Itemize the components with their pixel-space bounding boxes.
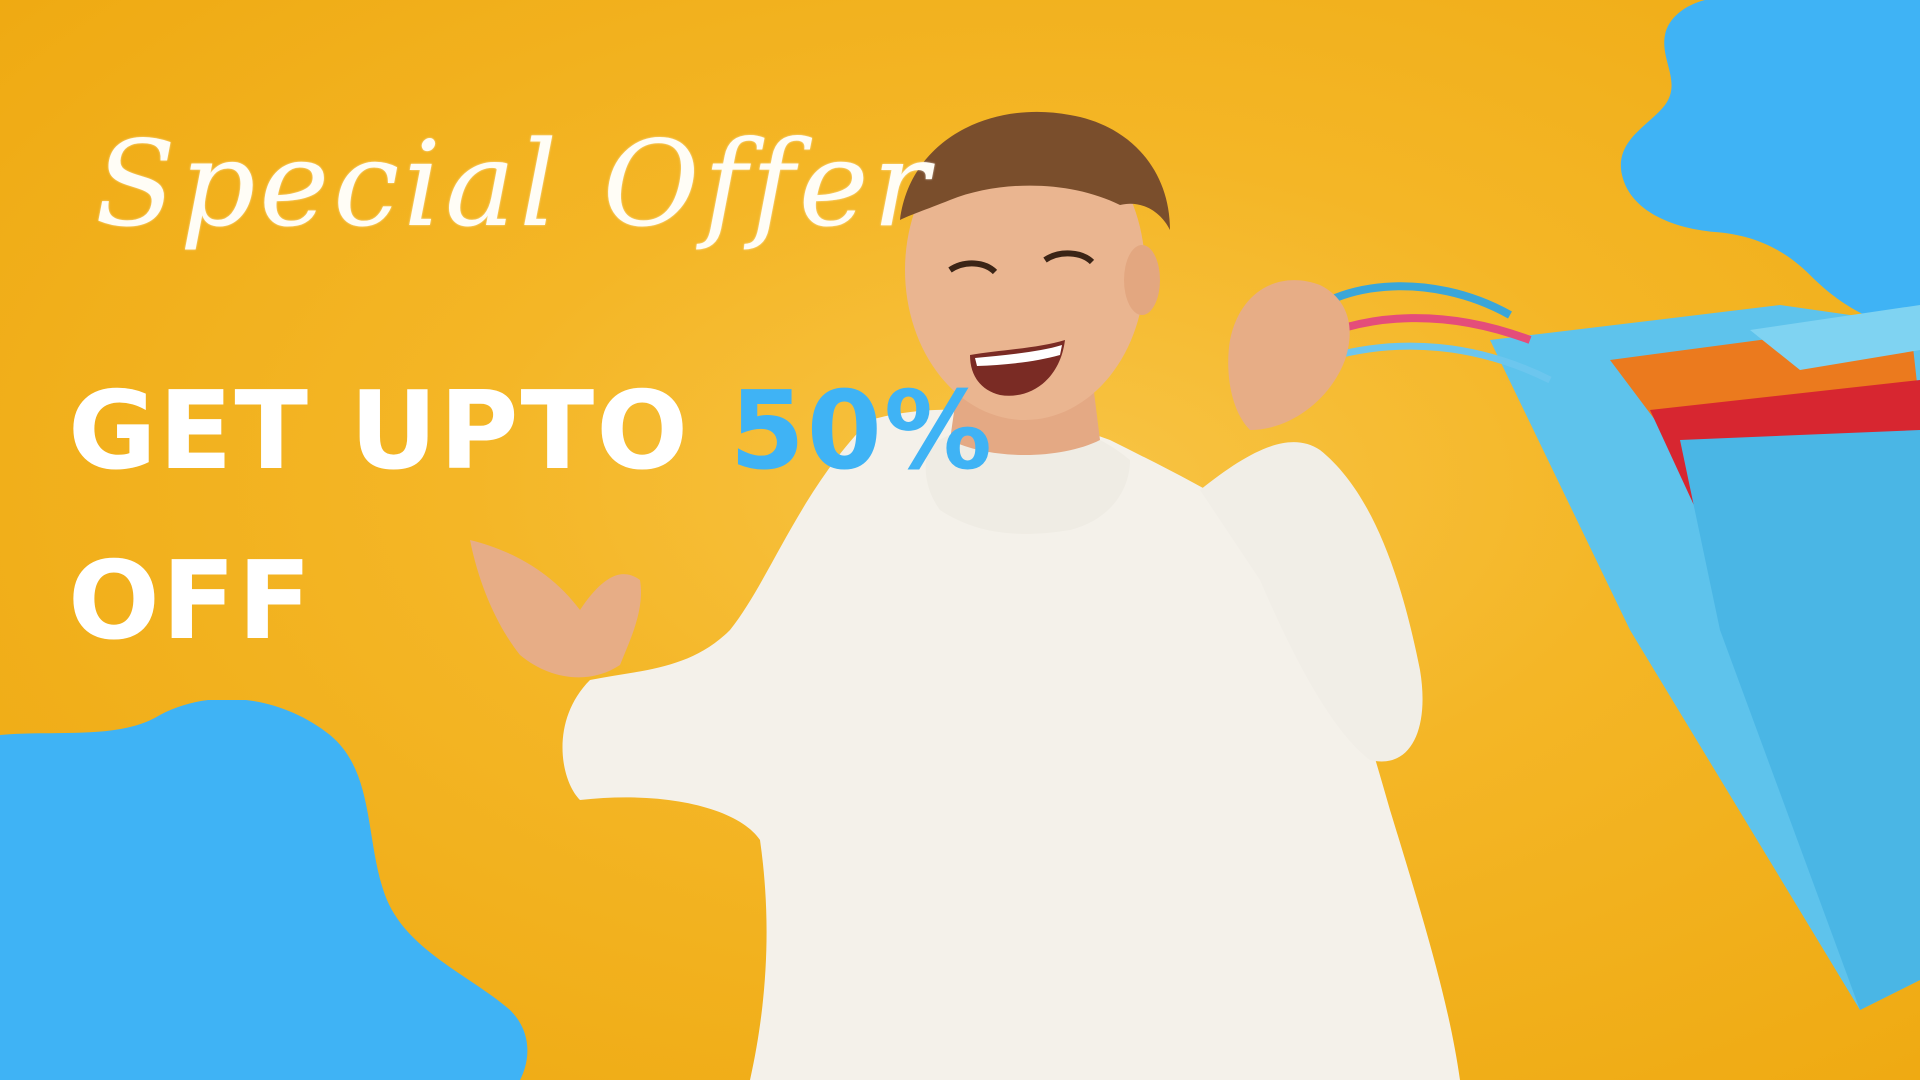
headline-line-1: GET UPTO 50% (68, 378, 994, 486)
headline-get-upto: GET UPTO (68, 369, 691, 494)
special-offer-title: Special Offer (95, 115, 933, 253)
discount-percent: 50% (729, 369, 995, 494)
headline-line-2: OFF (68, 539, 314, 664)
offer-headline: Special Offer GET UPTO 50% OFF (0, 0, 1100, 700)
promo-banner: Special Offer GET UPTO 50% OFF (0, 0, 1920, 1080)
decorative-blob-bottom-left (0, 700, 528, 1080)
